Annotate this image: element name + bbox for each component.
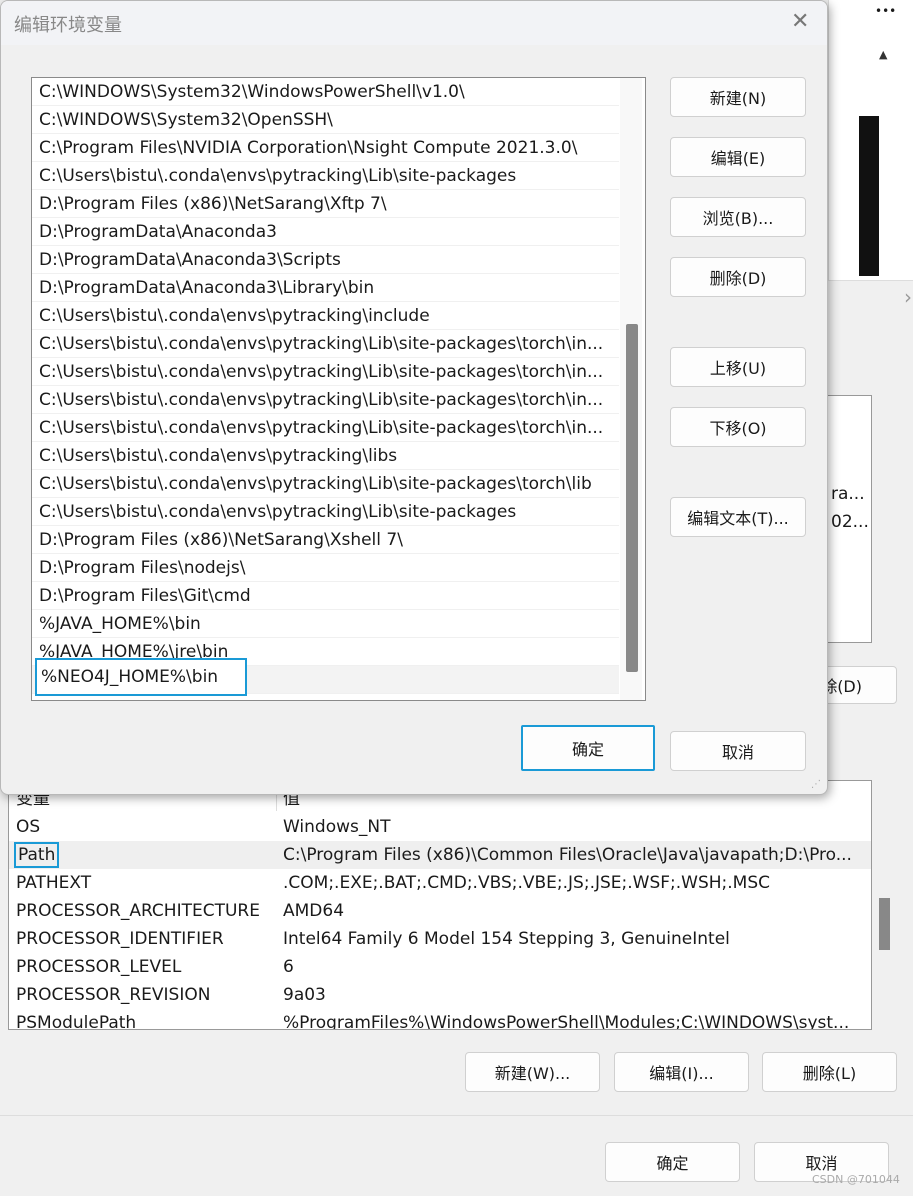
system-variables-table: 变量值 OS Windows_NT Path C:\Program Files (x8… xyxy=(8,780,872,1030)
chevron-right-icon[interactable]: › xyxy=(904,285,912,309)
list-item[interactable]: C:\Users\bistu\.conda\envs\pytracking\Li… xyxy=(32,162,619,190)
variable-name: PROCESSOR_IDENTIFIER xyxy=(16,929,224,949)
table-row[interactable]: PROCESSOR_REVISION 9a03 xyxy=(9,981,871,1009)
scroll-up-arrow-icon[interactable]: ▲ xyxy=(879,48,887,61)
path-list: C:\WINDOWS\System32\WindowsPowerShell\v1… xyxy=(31,77,646,701)
edit-variable-button[interactable]: 编辑(I)... xyxy=(614,1052,749,1092)
divider xyxy=(0,1115,913,1116)
list-item[interactable]: C:\Program Files\NVIDIA Corporation\Nsig… xyxy=(32,134,619,162)
resize-grip-icon[interactable]: ⋰ xyxy=(811,779,821,790)
list-item[interactable]: D:\Program Files\nodejs\ xyxy=(32,554,619,582)
variable-value: %ProgramFiles%\WindowsPowerShell\Modules… xyxy=(283,1013,850,1030)
watermark: CSDN @701044 xyxy=(812,1173,900,1186)
variable-name: PATHEXT xyxy=(16,873,92,893)
list-item[interactable]: C:\Users\bistu\.conda\envs\pytracking\Li… xyxy=(32,330,619,358)
list-item[interactable]: D:\ProgramData\Anaconda3 xyxy=(32,218,619,246)
new-button[interactable]: 新建(N) xyxy=(670,77,806,117)
peek-text: ra... xyxy=(831,484,865,504)
env-ok-button[interactable]: 确定 xyxy=(605,1142,740,1182)
path-edit-input[interactable]: %NEO4J_HOME%\bin xyxy=(35,658,247,696)
variable-name: PROCESSOR_REVISION xyxy=(16,985,211,1005)
title-bar: 编辑环境变量 ✕ xyxy=(1,1,827,45)
cancel-button[interactable]: 取消 xyxy=(670,731,806,771)
delete-variable-button[interactable]: 删除(L) xyxy=(762,1052,897,1092)
close-icon[interactable]: ✕ xyxy=(791,9,809,34)
list-item[interactable]: C:\Users\bistu\.conda\envs\pytracking\Li… xyxy=(32,498,619,526)
browse-button[interactable]: 浏览(B)... xyxy=(670,197,806,237)
variable-value: Windows_NT xyxy=(283,817,391,837)
variable-name: PSModulePath xyxy=(16,1013,137,1030)
list-item[interactable]: D:\Program Files (x86)\NetSarang\Xftp 7\ xyxy=(32,190,619,218)
variable-value: AMD64 xyxy=(283,901,345,921)
list-scrollbar-thumb[interactable] xyxy=(626,324,638,672)
list-item[interactable]: C:\WINDOWS\System32\OpenSSH\ xyxy=(32,106,619,134)
variable-name: OS xyxy=(16,817,41,837)
dialog-title: 编辑环境变量 xyxy=(14,15,122,36)
table-row[interactable]: OS Windows_NT xyxy=(9,813,871,841)
move-up-button[interactable]: 上移(U) xyxy=(670,347,806,387)
table-row[interactable]: PSModulePath %ProgramFiles%\WindowsPowerS… xyxy=(9,1009,871,1030)
list-item[interactable]: D:\Program Files (x86)\NetSarang\Xshell … xyxy=(32,526,619,554)
list-item[interactable]: %JAVA_HOME%\bin xyxy=(32,610,619,638)
edit-env-dialog: 编辑环境变量 ✕ C:\WINDOWS\System32\WindowsPowe… xyxy=(0,0,828,795)
variable-value: .COM;.EXE;.BAT;.CMD;.VBS;.VBE;.JS;.JSE;.… xyxy=(283,873,771,893)
list-item[interactable]: D:\ProgramData\Anaconda3\Library\bin xyxy=(32,274,619,302)
table-row[interactable]: PATHEXT .COM;.EXE;.BAT;.CMD;.VBS;.VBE;.JS… xyxy=(9,869,871,897)
list-item[interactable]: D:\ProgramData\Anaconda3\Scripts xyxy=(32,246,619,274)
move-down-button[interactable]: 下移(O) xyxy=(670,407,806,447)
list-item[interactable]: C:\Users\bistu\.conda\envs\pytracking\Li… xyxy=(32,358,619,386)
new-variable-button[interactable]: 新建(W)... xyxy=(465,1052,600,1092)
variable-name: Path xyxy=(14,842,60,868)
ok-button[interactable]: 确定 xyxy=(521,725,655,771)
variable-name: PROCESSOR_ARCHITECTURE xyxy=(16,901,260,921)
list-item[interactable]: C:\Users\bistu\.conda\envs\pytracking\li… xyxy=(32,442,619,470)
list-item[interactable]: C:\Users\bistu\.conda\envs\pytracking\Li… xyxy=(32,414,619,442)
variable-name: PROCESSOR_LEVEL xyxy=(16,957,182,977)
list-item[interactable]: C:\Users\bistu\.conda\envs\pytracking\in… xyxy=(32,302,619,330)
variable-value: C:\Program Files (x86)\Common Files\Orac… xyxy=(283,845,852,865)
edit-text-button[interactable]: 编辑文本(T)... xyxy=(670,497,806,537)
list-item[interactable]: C:\Users\bistu\.conda\envs\pytracking\Li… xyxy=(32,470,619,498)
table-row[interactable]: PROCESSOR_LEVEL 6 xyxy=(9,953,871,981)
list-item[interactable]: C:\Users\bistu\.conda\envs\pytracking\Li… xyxy=(32,386,619,414)
peek-text: 02... xyxy=(831,512,869,532)
edit-button[interactable]: 编辑(E) xyxy=(670,137,806,177)
table-row[interactable]: PROCESSOR_IDENTIFIER Intel64 Family 6 Mod… xyxy=(9,925,871,953)
more-icon[interactable]: ••• xyxy=(875,4,896,18)
delete-button[interactable]: 删除(D) xyxy=(670,257,806,297)
background-window-top: ••• ▲ xyxy=(828,0,913,280)
list-item[interactable]: D:\Program Files\Git\cmd xyxy=(32,582,619,610)
variable-value: 6 xyxy=(283,957,294,977)
variable-value: Intel64 Family 6 Model 154 Stepping 3, G… xyxy=(283,929,730,949)
variable-value: 9a03 xyxy=(283,985,326,1005)
table-row[interactable]: PROCESSOR_ARCHITECTURE AMD64 xyxy=(9,897,871,925)
background-header: › xyxy=(828,280,913,320)
table-row[interactable]: Path C:\Program Files (x86)\Common Files\… xyxy=(9,841,871,869)
list-item[interactable]: C:\WINDOWS\System32\WindowsPowerShell\v1… xyxy=(32,78,619,106)
table-scrollbar[interactable] xyxy=(879,898,890,950)
dark-panel xyxy=(859,116,879,276)
